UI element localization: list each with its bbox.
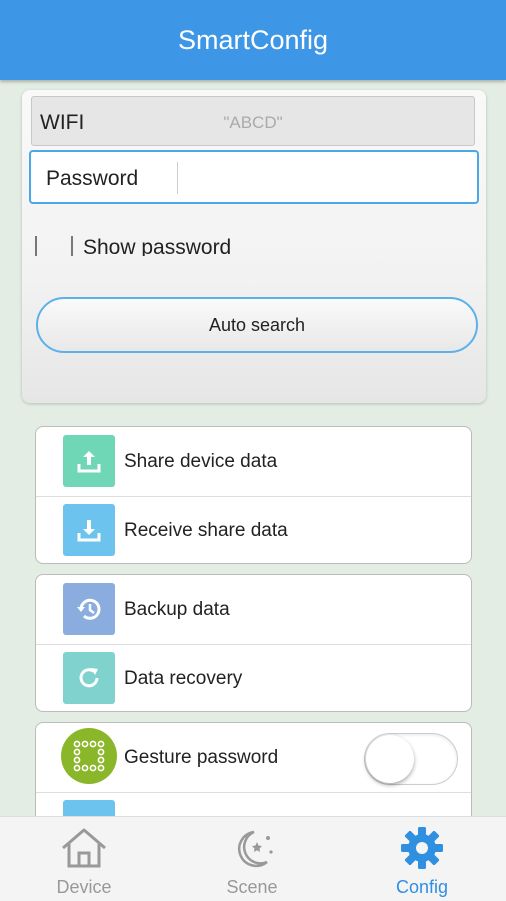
password-label: Password	[46, 167, 139, 190]
password-field[interactable]: Password	[29, 150, 479, 204]
gesture-password-toggle[interactable]	[364, 733, 458, 785]
tab-scene-label: Scene	[226, 877, 278, 897]
receive-share-data-item[interactable]: Receive share data	[36, 496, 471, 563]
backup-data-item[interactable]: Backup data	[36, 575, 471, 645]
password-divider	[177, 162, 178, 194]
gesture-password-label: Gesture password	[124, 747, 279, 768]
wifi-field: WIFI "ABCD"	[31, 96, 475, 146]
download-icon	[63, 504, 115, 556]
show-password-checkbox[interactable]	[35, 236, 73, 256]
tab-scene[interactable]: Scene	[168, 817, 336, 901]
show-password-label: Show password	[83, 236, 232, 256]
share-group: Share device data Receive share data	[35, 426, 472, 564]
tab-device-label: Device	[56, 877, 112, 897]
upload-icon	[63, 435, 115, 487]
receive-share-data-label: Receive share data	[124, 520, 288, 541]
share-device-data-item[interactable]: Share device data	[36, 427, 471, 497]
auto-search-button[interactable]: Auto search	[36, 297, 478, 353]
auto-search-label: Auto search	[208, 314, 306, 335]
data-recovery-item[interactable]: Data recovery	[36, 644, 471, 711]
gesture-grid-icon	[61, 728, 117, 784]
tab-device[interactable]: Device	[0, 817, 168, 901]
home-icon	[62, 828, 106, 868]
backup-group: Backup data Data recovery	[35, 574, 472, 712]
share-device-data-label: Share device data	[124, 451, 278, 472]
gesture-password-item: Gesture password	[36, 723, 471, 793]
tab-config-label: Config	[395, 877, 449, 897]
tab-config[interactable]: Config	[338, 817, 506, 901]
show-password-toggle[interactable]: Show password	[35, 232, 475, 256]
gear-icon	[401, 827, 443, 869]
moon-stars-icon	[238, 830, 273, 868]
history-icon	[63, 583, 115, 635]
wifi-ssid-value: "ABCD"	[223, 113, 283, 132]
bottom-tab-bar: Device Scene Config	[0, 816, 506, 901]
app-header: SmartConfig	[0, 0, 506, 80]
toggle-knob	[366, 735, 414, 783]
wifi-config-card: WIFI "ABCD" Password Show password Auto …	[22, 90, 486, 403]
page-title: SmartConfig	[177, 24, 329, 55]
password-input[interactable]	[183, 158, 472, 196]
refresh-icon	[63, 652, 115, 704]
backup-data-label: Backup data	[124, 599, 230, 620]
data-recovery-label: Data recovery	[124, 668, 243, 689]
